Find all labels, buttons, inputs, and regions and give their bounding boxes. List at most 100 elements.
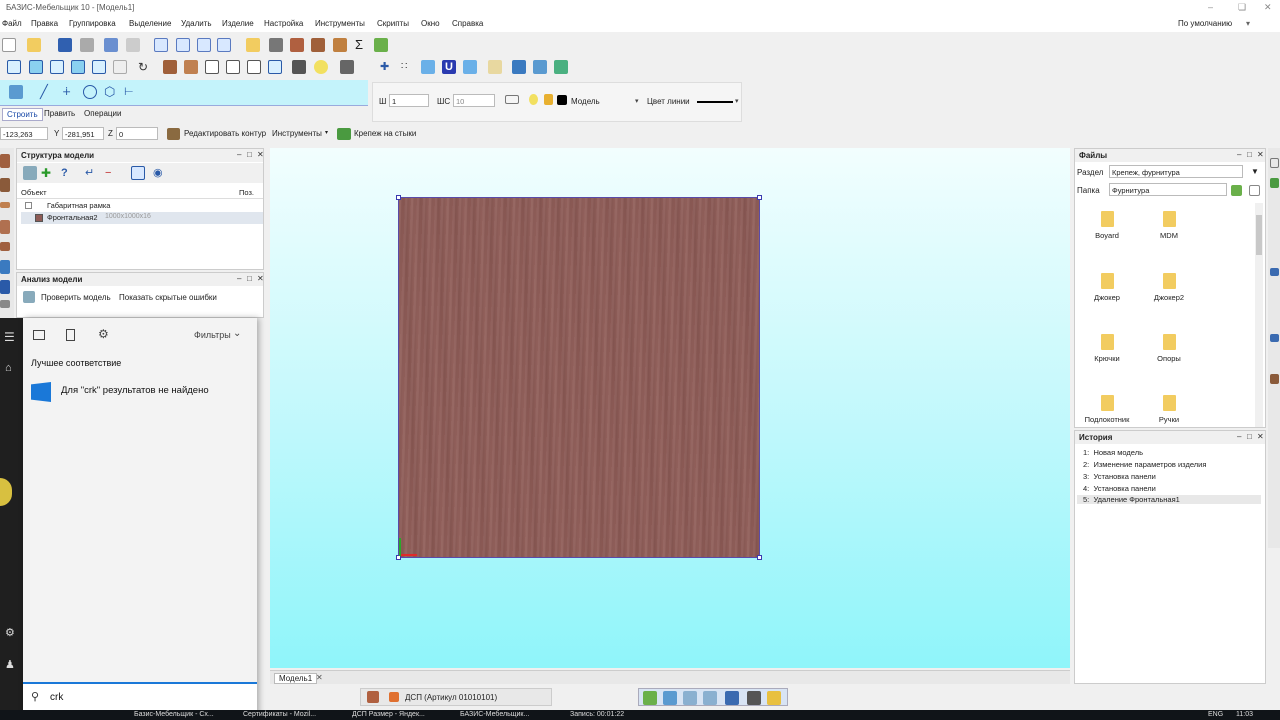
quick-export-icon[interactable] bbox=[767, 691, 781, 705]
ortho-icon[interactable] bbox=[421, 60, 435, 74]
menu-selection[interactable]: Выделение bbox=[129, 19, 171, 28]
tab-operations[interactable]: Операции bbox=[80, 108, 125, 119]
bulb-icon[interactable] bbox=[529, 94, 538, 105]
line-icon[interactable]: ╱ bbox=[40, 85, 54, 99]
new-file-icon[interactable] bbox=[2, 38, 16, 52]
tree-item[interactable]: Габаритная рамка bbox=[21, 200, 263, 212]
redo-icon[interactable] bbox=[126, 38, 140, 52]
history-item[interactable]: 2: Изменение параметров изделия bbox=[1083, 460, 1206, 469]
tools-icon[interactable] bbox=[23, 166, 37, 180]
door-tool-icon[interactable] bbox=[0, 220, 10, 234]
render-textured-icon[interactable] bbox=[184, 60, 198, 74]
taskbar-app[interactable]: БАЗИС-Мебельщик... bbox=[460, 711, 529, 718]
edit-contour-button[interactable]: Редактировать контур bbox=[184, 129, 266, 138]
history-minimize-icon[interactable]: – bbox=[1237, 432, 1241, 441]
pen-icon[interactable] bbox=[9, 85, 23, 99]
files-maximize-icon[interactable]: □ bbox=[1247, 150, 1252, 159]
history-item[interactable]: 4: Установка панели bbox=[1083, 484, 1156, 493]
rotate-icon[interactable]: ↻ bbox=[138, 60, 152, 74]
layers-icon[interactable] bbox=[246, 38, 260, 52]
eye-icon[interactable]: ◉ bbox=[153, 166, 167, 180]
parallel-line-icon[interactable]: ∔ bbox=[62, 85, 76, 99]
menu-help[interactable]: Справка bbox=[452, 19, 483, 28]
camera-icon[interactable] bbox=[292, 60, 306, 74]
preset-chevron-icon[interactable]: ▾ bbox=[1246, 19, 1250, 28]
search-box[interactable]: ⚲ crk bbox=[23, 682, 257, 710]
circle-icon[interactable] bbox=[83, 85, 97, 99]
history-item[interactable]: 3: Установка панели bbox=[1083, 472, 1156, 481]
save-icon[interactable] bbox=[58, 38, 72, 52]
tab-model1[interactable]: Модель1 bbox=[274, 673, 318, 684]
material-label[interactable]: ДСП (Артикул 01010101) bbox=[405, 693, 497, 702]
folder-select[interactable]: Фурнитура bbox=[1109, 183, 1227, 196]
panel-tool-icon[interactable] bbox=[0, 154, 10, 168]
quick-render-icon[interactable] bbox=[747, 691, 761, 705]
menu-edit[interactable]: Правка bbox=[31, 19, 58, 28]
line-style-chevron-icon[interactable]: ▾ bbox=[735, 97, 739, 105]
section-chevron-icon[interactable]: ▼ bbox=[1251, 167, 1259, 176]
panel-board[interactable] bbox=[396, 195, 762, 560]
hardware-tool-icon[interactable] bbox=[0, 260, 10, 274]
user-icon[interactable]: ♟ bbox=[5, 658, 15, 671]
ucs-icon[interactable]: U bbox=[442, 60, 456, 74]
menu-window[interactable]: Окно bbox=[421, 19, 440, 28]
lock-icon[interactable] bbox=[544, 94, 553, 105]
apps-filter-icon[interactable] bbox=[33, 330, 45, 340]
layer-select[interactable]: Модель bbox=[571, 97, 600, 106]
filters-button[interactable]: Фильтры bbox=[194, 330, 231, 340]
menu-grouping[interactable]: Группировка bbox=[69, 19, 116, 28]
measure-icon[interactable] bbox=[488, 60, 502, 74]
tab-edit[interactable]: Править bbox=[40, 108, 79, 119]
wireframe-icon[interactable] bbox=[205, 60, 219, 74]
folder-item[interactable]: MDM bbox=[1139, 211, 1199, 240]
menu-scripts[interactable]: Скрипты bbox=[377, 19, 409, 28]
grid-icon[interactable]: ∷ bbox=[401, 60, 415, 74]
connect-icon[interactable]: ↵ bbox=[85, 166, 99, 180]
quick-zoom-icon[interactable] bbox=[703, 691, 717, 705]
object-snap-icon[interactable] bbox=[512, 60, 526, 74]
width-field[interactable]: 1 bbox=[389, 94, 429, 107]
menu-delete[interactable]: Удалить bbox=[181, 19, 212, 28]
shs-field[interactable]: 10 bbox=[453, 94, 495, 107]
help-icon[interactable]: ? bbox=[61, 166, 75, 180]
folder-item[interactable]: Опоры bbox=[1139, 334, 1199, 363]
folder-item[interactable]: Джокер bbox=[1077, 273, 1137, 302]
fastener-tool-icon[interactable] bbox=[0, 280, 10, 294]
structure-close-icon[interactable]: ✕ bbox=[257, 150, 264, 159]
taskbar-app[interactable]: Сертификаты - Mozil... bbox=[243, 711, 316, 718]
polar-icon[interactable] bbox=[463, 60, 477, 74]
edge-tool-icon[interactable] bbox=[1270, 178, 1279, 188]
view-left-icon[interactable] bbox=[50, 60, 64, 74]
preset-select[interactable]: По умолчанию bbox=[1178, 19, 1232, 28]
quick-grid-icon[interactable] bbox=[683, 691, 697, 705]
menu-file[interactable]: Файл bbox=[2, 19, 22, 28]
menu-product[interactable]: Изделие bbox=[222, 19, 254, 28]
history-close-icon[interactable]: ✕ bbox=[1257, 432, 1264, 441]
hidden-lines-icon[interactable] bbox=[226, 60, 240, 74]
cut-icon[interactable] bbox=[269, 38, 283, 52]
documents-filter-icon[interactable] bbox=[66, 329, 75, 341]
zoom-all-icon[interactable] bbox=[176, 38, 190, 52]
corner-handle[interactable] bbox=[396, 195, 401, 200]
fastener-button[interactable]: Крепеж на стыки bbox=[354, 129, 416, 138]
view-iso-icon[interactable] bbox=[92, 60, 106, 74]
quick-spec-icon[interactable] bbox=[643, 691, 657, 705]
quick-view-icon[interactable] bbox=[725, 691, 739, 705]
history-item[interactable]: 1: Новая модель bbox=[1083, 448, 1143, 457]
corner-handle[interactable] bbox=[757, 555, 762, 560]
minimize-icon[interactable]: – bbox=[1208, 2, 1213, 12]
clock[interactable]: 11:03 bbox=[1236, 711, 1253, 718]
show-hidden-errors-button[interactable]: Показать скрытые ошибки bbox=[119, 293, 217, 302]
structure-minimize-icon[interactable]: – bbox=[237, 150, 241, 159]
files-close-icon[interactable]: ✕ bbox=[1257, 150, 1264, 159]
quick-edit-icon[interactable] bbox=[663, 691, 677, 705]
dimension-icon[interactable]: ⊢ bbox=[124, 85, 138, 99]
misc-tool-icon[interactable] bbox=[0, 300, 10, 308]
profile-tool-icon[interactable] bbox=[0, 242, 10, 251]
analysis-minimize-icon[interactable]: – bbox=[237, 274, 241, 283]
section-select[interactable]: Крепеж, фурнитура bbox=[1109, 165, 1243, 178]
tree-item[interactable]: Фронтальная2 1000x1000x16 bbox=[21, 212, 263, 224]
check-model-button[interactable]: Проверить модель bbox=[41, 293, 111, 302]
settings-icon[interactable]: ⚙ bbox=[5, 626, 15, 639]
sum-icon[interactable]: Σ bbox=[355, 38, 369, 52]
